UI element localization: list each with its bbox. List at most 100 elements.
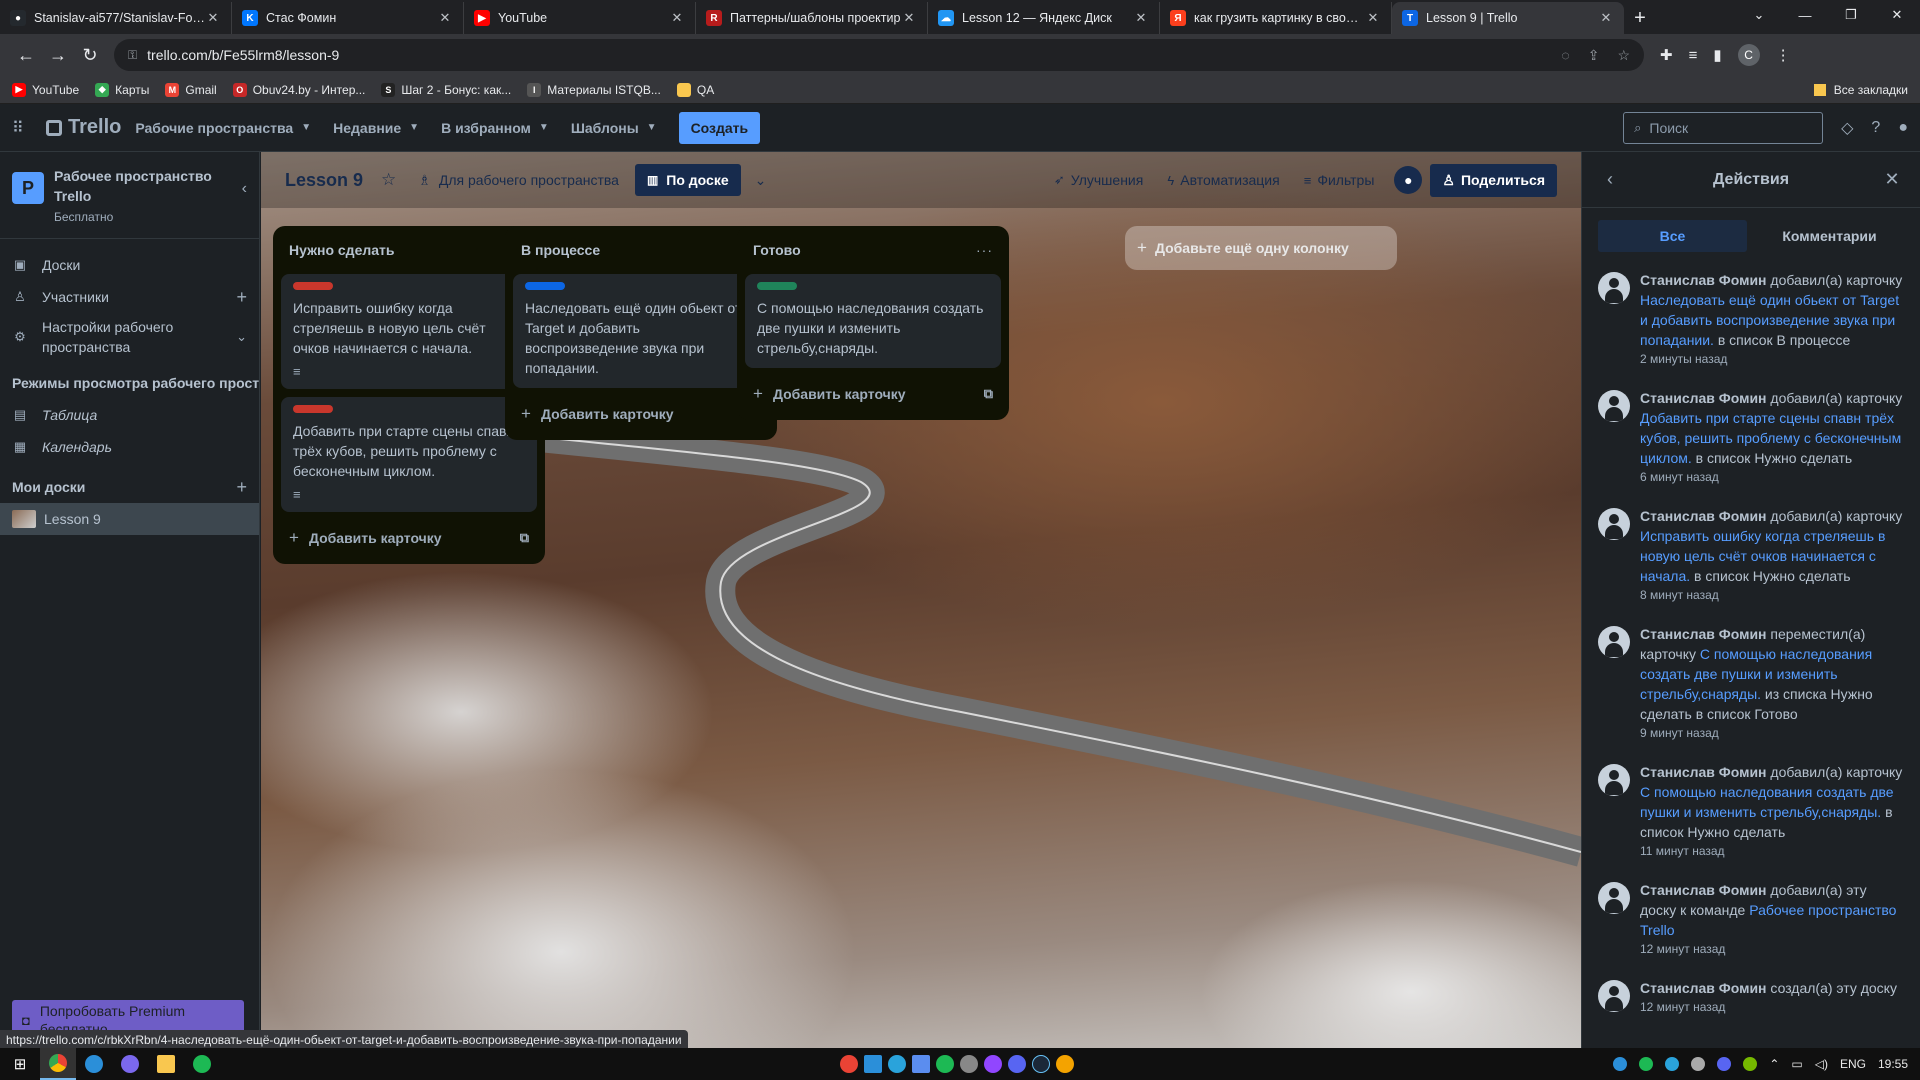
unity-icon[interactable] <box>960 1055 978 1073</box>
browser-tab[interactable]: K Стас Фомин ✕ <box>232 2 464 34</box>
close-tab-icon[interactable]: ✕ <box>205 10 221 26</box>
bookmark-item[interactable]: ▶ YouTube <box>12 82 79 97</box>
visibility-button[interactable]: ♗ Для рабочего пространства <box>418 172 619 189</box>
tab-comments[interactable]: Комментарии <box>1755 220 1904 252</box>
add-board-icon[interactable]: + <box>236 477 247 498</box>
card-label[interactable] <box>293 282 333 290</box>
spotify-icon[interactable] <box>936 1055 954 1073</box>
board-title[interactable]: Lesson 9 <box>285 170 363 191</box>
notifications-icon[interactable]: ◇ <box>1841 118 1853 138</box>
user-avatar-icon[interactable] <box>1598 272 1630 304</box>
tray-discord-icon[interactable] <box>1717 1057 1732 1071</box>
activity-time[interactable]: 8 минут назад <box>1640 588 1904 602</box>
app-switcher-icon[interactable]: ⠿ <box>12 118 36 138</box>
taskbar-edge-icon[interactable] <box>76 1048 112 1080</box>
power-ups-button[interactable]: ➶ Улучшения <box>1054 172 1143 188</box>
card-label[interactable] <box>293 405 333 413</box>
share-button[interactable]: ♙ Поделиться <box>1430 163 1557 197</box>
taskbar-folder-icon[interactable] <box>148 1048 184 1080</box>
menu-recent[interactable]: Недавние ▼ <box>333 120 419 136</box>
activity-user[interactable]: Станислав Фомин <box>1640 764 1767 780</box>
site-info-icon[interactable]: ⚿ <box>128 48 137 63</box>
url-field[interactable]: ⚿ trello.com/b/Fe55lrm8/lesson-9 ◌ ⇪ ☆ <box>114 39 1644 71</box>
sidebar-item-boards[interactable]: ▣ Доски <box>0 249 259 281</box>
chrome-icon[interactable] <box>840 1055 858 1073</box>
bookmark-item[interactable]: I Материалы ISTQB... <box>527 82 661 97</box>
card-template-icon[interactable]: ⧉ <box>984 386 993 402</box>
add-card-button[interactable]: +Добавить карточку⧉ <box>513 396 769 432</box>
user-avatar-icon[interactable] <box>1598 764 1630 796</box>
browser-menu-icon[interactable]: ⋮ <box>1776 46 1791 64</box>
app-icon[interactable] <box>912 1055 930 1073</box>
activity-user[interactable]: Станислав Фомин <box>1640 272 1767 288</box>
list-title[interactable]: Готово <box>753 242 801 258</box>
activity-user[interactable]: Станислав Фомин <box>1640 980 1767 996</box>
minimize-button[interactable]: — <box>1782 0 1828 30</box>
user-avatar-icon[interactable] <box>1598 980 1630 1012</box>
member-avatar[interactable]: ● <box>1394 166 1423 194</box>
menu-workspaces[interactable]: Рабочие пространства ▼ <box>135 120 311 136</box>
search-input[interactable]: ⌕ Поиск <box>1623 111 1824 144</box>
card[interactable]: С помощью наследования создать две пушки… <box>745 274 1001 368</box>
close-icon[interactable]: ✕ <box>1880 169 1904 190</box>
bookmark-item[interactable]: M Gmail <box>165 82 217 97</box>
activity-user[interactable]: Станислав Фомин <box>1640 882 1767 898</box>
bookmark-item[interactable]: QA <box>676 82 714 97</box>
taskbar-discord-icon[interactable] <box>112 1048 148 1080</box>
add-list-button[interactable]: + Добавьте ещё одну колонку <box>1125 226 1397 270</box>
bookmark-item[interactable]: ◆ Карты <box>95 82 149 97</box>
tray-nvidia-icon[interactable] <box>1743 1057 1758 1071</box>
list-title[interactable]: Нужно сделать <box>289 242 395 258</box>
chevron-down-icon[interactable]: ⌄ <box>755 172 767 189</box>
profile-avatar[interactable]: C <box>1737 44 1760 66</box>
close-tab-icon[interactable]: ✕ <box>901 10 917 26</box>
activity-user[interactable]: Станислав Фомин <box>1640 508 1767 524</box>
bookmark-item[interactable]: O Obuv24.by - Интер... <box>232 82 365 97</box>
card-template-icon[interactable]: ⧉ <box>520 530 529 546</box>
close-tab-icon[interactable]: ✕ <box>1598 10 1614 26</box>
workspace-name[interactable]: Рабочее пространство Trello <box>54 166 242 206</box>
taskbar-chrome-icon[interactable] <box>40 1048 76 1080</box>
browser-tab[interactable]: ▶ YouTube ✕ <box>464 2 696 34</box>
browser-tab[interactable]: R Паттерны/шаблоны проектир ✕ <box>696 2 928 34</box>
activity-link[interactable]: С помощью наследования создать две пушки… <box>1640 784 1894 820</box>
close-window-button[interactable]: ✕ <box>1874 0 1920 30</box>
sidebar-item-members[interactable]: ♙ Участники + <box>0 281 259 313</box>
card[interactable]: Наследовать ещё один обьект от Target и … <box>513 274 769 388</box>
menu-starred[interactable]: В избранном ▼ <box>441 120 549 136</box>
twitch-icon[interactable] <box>984 1055 1002 1073</box>
steam-icon[interactable] <box>1032 1055 1050 1073</box>
close-tab-icon[interactable]: ✕ <box>669 10 685 26</box>
help-icon[interactable]: ? <box>1871 119 1880 137</box>
card[interactable]: Добавить при старте сцены спавн трёх куб… <box>281 397 537 512</box>
star-icon[interactable]: ☆ <box>381 170 396 190</box>
close-tab-icon[interactable]: ✕ <box>1133 10 1149 26</box>
list-title[interactable]: В процессе <box>521 242 600 258</box>
reload-button[interactable]: ↻ <box>74 39 106 71</box>
tab-search-icon[interactable]: ⌄ <box>1736 0 1782 30</box>
extensions-icon[interactable]: ✚ <box>1660 46 1673 64</box>
account-icon[interactable]: ● <box>1898 119 1908 137</box>
telegram-icon[interactable] <box>888 1055 906 1073</box>
sidebar-item-calendar[interactable]: ▦ Календарь <box>0 431 259 463</box>
user-avatar-icon[interactable] <box>1598 626 1630 658</box>
activity-user[interactable]: Станислав Фомин <box>1640 626 1767 642</box>
add-member-icon[interactable]: + <box>236 287 247 308</box>
tray-app-icon[interactable] <box>1613 1057 1628 1071</box>
new-tab-button[interactable]: + <box>1624 2 1656 34</box>
tray-spotify-icon[interactable] <box>1639 1057 1654 1071</box>
card-label[interactable] <box>757 282 797 290</box>
trello-logo[interactable]: Trello <box>46 116 121 139</box>
share-icon[interactable]: ⇪ <box>1588 47 1600 64</box>
activity-time[interactable]: 9 минут назад <box>1640 726 1904 740</box>
close-tab-icon[interactable]: ✕ <box>437 10 453 26</box>
monitor-icon[interactable] <box>864 1055 882 1073</box>
back-icon[interactable]: ‹ <box>1598 169 1622 190</box>
activity-time[interactable]: 12 минут назад <box>1640 942 1904 956</box>
activity-time[interactable]: 2 минуты назад <box>1640 352 1904 366</box>
activity-time[interactable]: 11 минут назад <box>1640 844 1904 858</box>
activity-time[interactable]: 12 минут назад <box>1640 1000 1897 1014</box>
close-tab-icon[interactable]: ✕ <box>1365 10 1381 26</box>
network-icon[interactable]: ▭ <box>1791 1057 1802 1071</box>
menu-templates[interactable]: Шаблоны ▼ <box>571 120 657 136</box>
